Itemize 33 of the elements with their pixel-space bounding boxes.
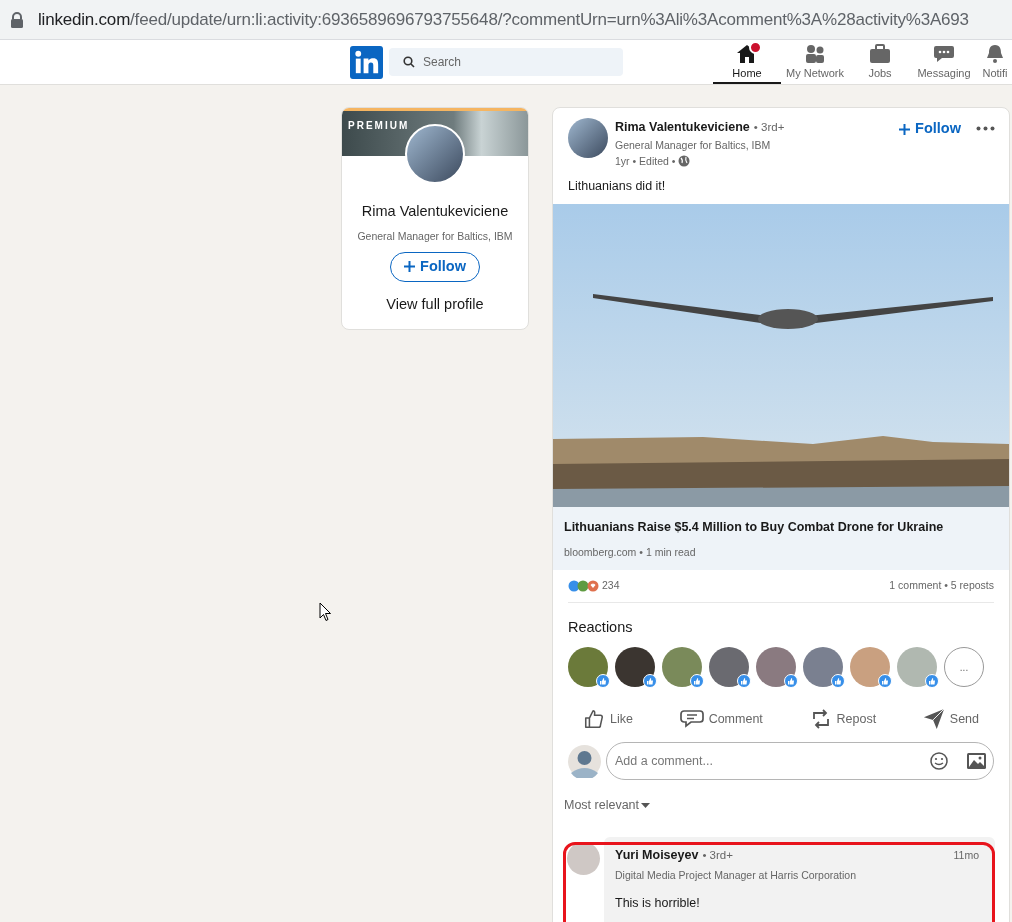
nav-tab[interactable]: My Network [781, 40, 849, 84]
comment-time: 11mo [953, 848, 979, 863]
post-stats[interactable]: 1 comment • 5 reposts [889, 577, 994, 594]
comment-text: This is horrible! [615, 894, 701, 912]
connection-degree: • 3rd+ [753, 120, 785, 135]
nav-tab[interactable]: Jobs [849, 40, 911, 84]
profile-headline: General Manager for Baltics, IBM [357, 228, 513, 244]
nav-tab[interactable]: Home [713, 40, 781, 84]
search-field[interactable]: Search [389, 48, 623, 76]
like-button[interactable]: Like [583, 707, 633, 732]
post-meta: 1yr • Edited • [615, 153, 676, 169]
article-source: bloomberg.com • 1 min read [564, 544, 697, 560]
commenter-headline: Digital Media Project Manager at Harris Corporation [615, 867, 858, 883]
article-title: Lithuanians Raise $5.4 Million to Buy Combat Drone for Ukraine [564, 519, 945, 536]
author-name[interactable]: Rima Valentukeviciene [615, 118, 750, 137]
sort-dropdown[interactable]: Most relevant [564, 796, 640, 815]
connection-degree: • 3rd+ [702, 848, 733, 863]
article-link[interactable]: Lithuanians Raise $5.4 Million to Buy Combat Drone for Ukraine bloomberg.com • 1 min read [553, 507, 1009, 570]
author-headline: General Manager for Baltics, IBM [615, 137, 772, 153]
view-profile-link[interactable]: View full profile [386, 293, 484, 316]
commenter-name[interactable]: Yuri Moiseyev [615, 846, 699, 865]
send-button[interactable]: Send [922, 707, 979, 732]
follow-button[interactable]: Follow [899, 118, 961, 140]
reaction-count[interactable]: 234 [602, 577, 620, 594]
comment-field[interactable]: Add a comment... [606, 742, 994, 781]
nav-tab[interactable]: Notifi [977, 40, 1012, 84]
profile-name[interactable]: Rima Valentukeviciene [361, 201, 509, 223]
premium-label: PREMIUM [348, 119, 410, 133]
nav-tab[interactable]: Messaging [911, 40, 977, 84]
comment-button[interactable]: Comment [679, 707, 763, 732]
post-text: Lithuanians did it! [567, 178, 667, 196]
reactions-heading: Reactions [567, 617, 634, 637]
repost-button[interactable]: Repost [809, 707, 877, 732]
